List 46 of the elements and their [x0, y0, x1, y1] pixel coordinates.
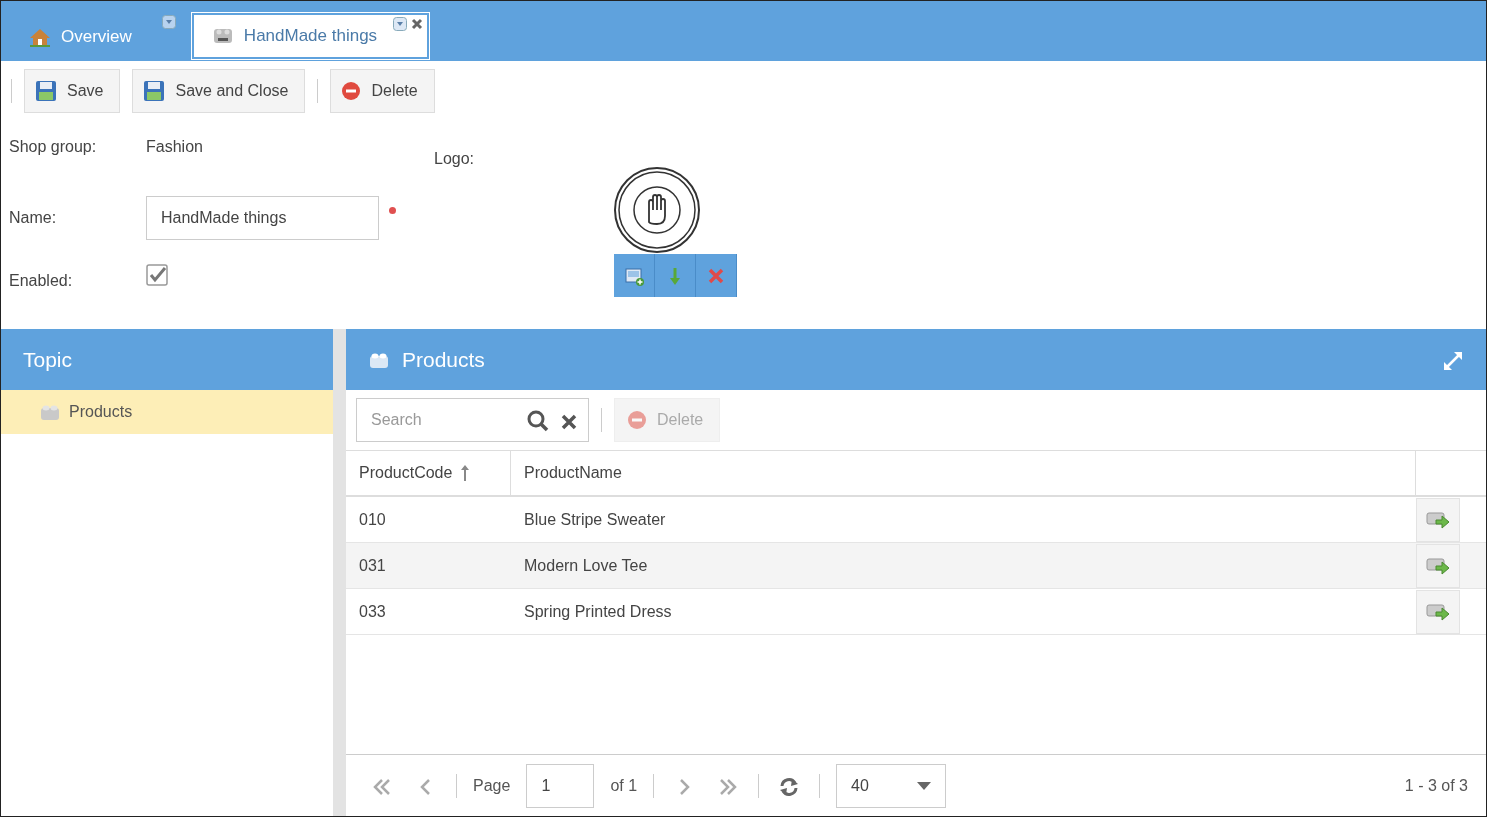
- open-row-button[interactable]: [1416, 589, 1460, 634]
- expand-icon: [1442, 350, 1464, 373]
- close-icon[interactable]: [411, 18, 424, 30]
- field-label: Name:: [8, 208, 58, 228]
- caret-icon: [917, 781, 932, 790]
- toolbar-button[interactable]: Save and Close: [132, 69, 306, 113]
- dropdown-icon: [393, 17, 408, 31]
- clear-icon: [561, 413, 577, 430]
- home-icon: [29, 27, 51, 47]
- page-field[interactable]: 1: [526, 763, 595, 808]
- table-cell-text: Spring Printed Dress: [523, 601, 673, 622]
- minus-circle-icon: [627, 410, 647, 430]
- column-header[interactable]: ProductCode: [346, 451, 511, 495]
- open-row-button[interactable]: [1416, 497, 1460, 542]
- table-cell-text: 033: [358, 601, 387, 622]
- page-size-dropdown[interactable]: 40: [836, 763, 947, 808]
- search-field[interactable]: Search: [356, 398, 589, 442]
- pager-summary: 1 - 3 of 3: [1404, 775, 1468, 796]
- monitor-arrow-icon: [1426, 601, 1450, 622]
- table-cell-text: Blue Stripe Sweater: [523, 509, 667, 530]
- open-row-button[interactable]: [1416, 543, 1460, 588]
- panel-title: Products: [402, 346, 486, 373]
- name-field[interactable]: HandMade things: [146, 196, 379, 240]
- pager-label: Page: [473, 775, 511, 796]
- tab[interactable]: HandMade things: [191, 13, 430, 59]
- toolbar-button[interactable]: Save: [24, 69, 121, 113]
- toolbar-button[interactable]: Delete: [330, 69, 435, 113]
- field-value: Fashion: [146, 137, 203, 157]
- dropdown-icon: [161, 15, 176, 29]
- monitor-arrow-icon: [1426, 509, 1450, 530]
- checkbox[interactable]: [146, 264, 168, 286]
- table-cell-text: 031: [358, 555, 387, 576]
- field-label: Logo:: [434, 149, 475, 169]
- column-header[interactable]: ProductName: [511, 451, 1416, 495]
- table-cell-text: Modern Love Tee: [523, 555, 649, 576]
- minus-circle-icon: [341, 81, 362, 101]
- search-icon: [527, 410, 549, 432]
- field-label: Shop group:: [8, 137, 98, 157]
- field-label: Enabled:: [8, 271, 74, 291]
- monitor-arrow-icon: [1426, 555, 1450, 576]
- pager-label: of 1: [610, 775, 638, 796]
- upload-image-icon: [624, 265, 645, 286]
- table-cell-text: 010: [358, 509, 387, 530]
- panel-header: Topic: [1, 329, 333, 390]
- tree-item[interactable]: Products: [1, 390, 333, 434]
- bricks-icon: [211, 26, 234, 46]
